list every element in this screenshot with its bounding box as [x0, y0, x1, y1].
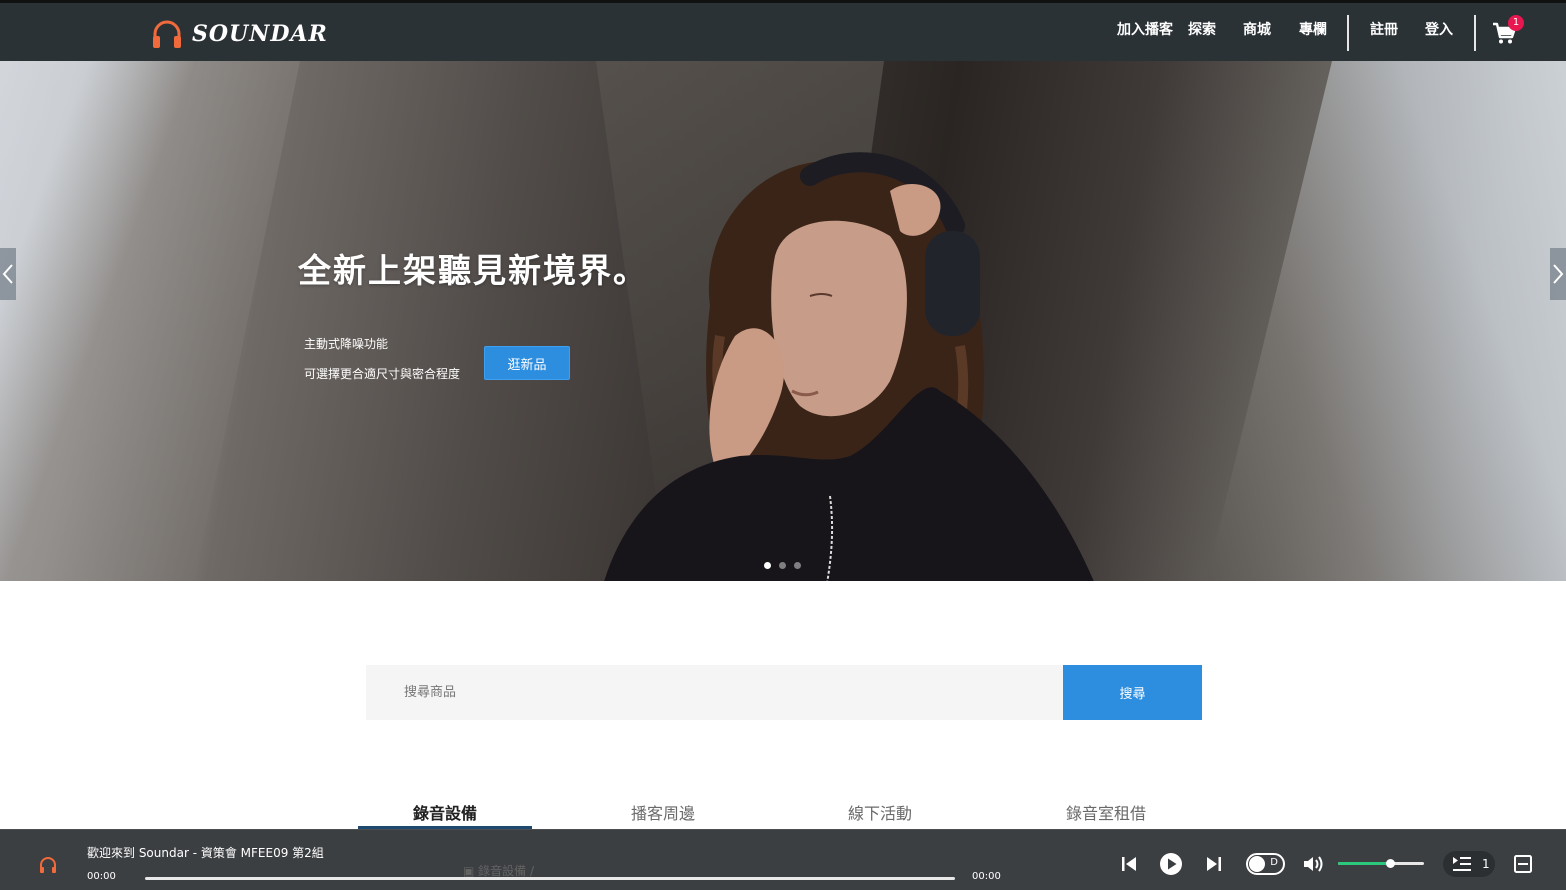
carousel-prev-button[interactable] — [0, 248, 16, 300]
playback-mode-toggle[interactable]: D — [1246, 853, 1285, 875]
total-time: 00:00 — [972, 871, 1001, 882]
carousel-next-button[interactable] — [1550, 248, 1566, 300]
current-time: 00:00 — [87, 871, 116, 882]
nav-item-join-podcast[interactable]: 加入播客 — [1117, 19, 1173, 39]
headphones-icon — [153, 20, 181, 48]
toggle-label: D — [1270, 857, 1278, 868]
carousel-indicators — [764, 562, 801, 569]
cart-count-badge: 1 — [1508, 15, 1524, 31]
toggle-knob — [1249, 856, 1265, 872]
brand-name: SOUNDAR — [192, 21, 328, 47]
headphones-icon — [40, 857, 56, 873]
hero-feature-text: 主動式降噪功能 — [304, 337, 389, 351]
next-track-icon[interactable] — [1204, 854, 1224, 874]
playlist-icon — [1453, 857, 1471, 871]
breadcrumb-text: 錄音設備 / — [478, 864, 535, 878]
hero-background-pillar — [1206, 61, 1566, 581]
nav-item-column[interactable]: 專欄 — [1299, 19, 1327, 39]
tab-podcast-merch[interactable]: 播客周邊 — [576, 800, 750, 830]
previous-track-icon[interactable] — [1119, 854, 1139, 874]
nav-menu: 加入播客 — [1117, 0, 1173, 58]
shop-new-products-button[interactable]: 逛新品 — [484, 346, 570, 380]
hero-woman-with-headphones-image — [604, 152, 1094, 581]
folder-icon: ▣ — [463, 864, 475, 878]
nav-menu-shop: 商城 — [1243, 0, 1271, 58]
play-icon[interactable] — [1158, 851, 1184, 877]
nav-divider — [1474, 15, 1476, 51]
volume-level — [1338, 862, 1390, 865]
carousel-dot[interactable] — [794, 562, 801, 569]
hero-carousel — [0, 61, 1566, 581]
nav-auth-register: 註冊 — [1370, 0, 1398, 58]
search-button[interactable]: 搜尋 — [1063, 665, 1202, 720]
nav-menu-column: 專欄 — [1299, 0, 1327, 58]
volume-slider[interactable] — [1338, 862, 1424, 865]
hero-background-pillar — [0, 61, 300, 581]
chevron-right-icon — [1553, 264, 1564, 284]
nav-auth-login: 登入 — [1425, 0, 1453, 58]
now-playing-title: 歡迎來到 Soundar - 資策會 MFEE09 第2組 — [87, 846, 324, 860]
nav-item-shop[interactable]: 商城 — [1243, 19, 1271, 39]
volume-icon[interactable] — [1302, 854, 1326, 874]
tab-studio-rental[interactable]: 錄音室租借 — [1019, 800, 1193, 830]
playback-progress-bar[interactable] — [145, 877, 955, 880]
nav-item-explore[interactable]: 探索 — [1188, 19, 1216, 39]
product-search-input[interactable] — [366, 665, 1063, 720]
login-link[interactable]: 登入 — [1425, 19, 1453, 39]
nav-divider — [1347, 15, 1349, 51]
hero-feature-text: 可選擇更合適尺寸與密合程度 — [304, 367, 461, 381]
chevron-left-icon — [2, 264, 13, 284]
tab-offline-events[interactable]: 線下活動 — [793, 800, 967, 830]
top-navbar: SOUNDAR — [0, 0, 1566, 61]
nav-menu-explore: 探索 — [1188, 0, 1216, 58]
queue-button[interactable]: 1 — [1443, 851, 1495, 877]
carousel-dot[interactable] — [764, 562, 771, 569]
carousel-dot[interactable] — [779, 562, 786, 569]
queue-count: 1 — [1482, 857, 1490, 871]
minimize-player-icon[interactable] — [1513, 854, 1533, 874]
register-link[interactable]: 註冊 — [1370, 19, 1398, 39]
volume-slider-handle[interactable] — [1386, 859, 1395, 868]
logo[interactable]: SOUNDAR — [150, 17, 328, 51]
hero-title: 全新上架聽見新境界。 — [298, 251, 648, 290]
